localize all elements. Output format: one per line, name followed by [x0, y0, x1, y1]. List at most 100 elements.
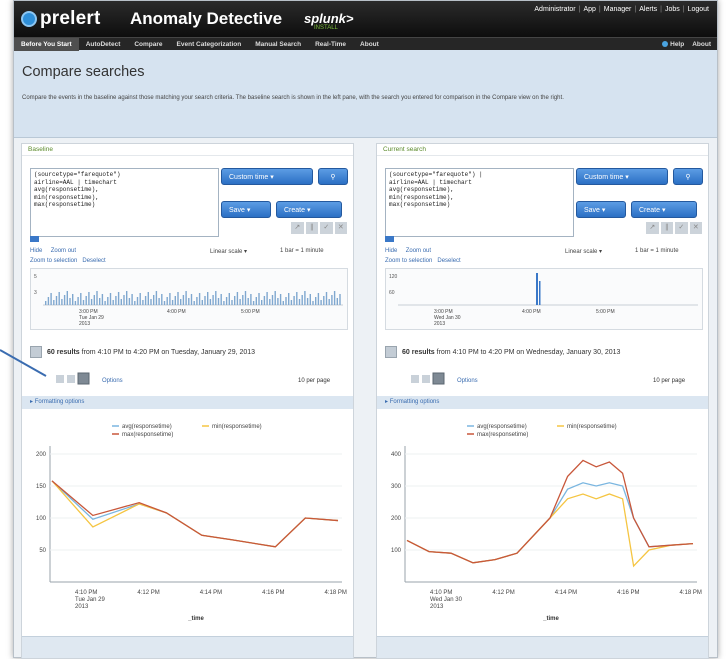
timeline-bar[interactable]: [177, 292, 179, 305]
scale-select[interactable]: Linear scale ▾: [565, 248, 602, 255]
timeline-bar[interactable]: [266, 292, 268, 305]
timeline-bar[interactable]: [163, 301, 166, 305]
link-administrator[interactable]: Administrator: [534, 6, 575, 13]
timeline-bar[interactable]: [228, 293, 230, 305]
hide-link[interactable]: Hide: [385, 248, 397, 254]
timeline-bar[interactable]: [234, 296, 236, 305]
timeline-bar[interactable]: [293, 296, 295, 305]
timeline-bar[interactable]: [269, 299, 271, 305]
time-range-button[interactable]: Custom time ▾: [221, 168, 313, 185]
timeline-bar[interactable]: [231, 300, 233, 305]
timeline-bar[interactable]: [242, 295, 244, 305]
timeline-bar[interactable]: [212, 295, 214, 305]
timeline-bar[interactable]: [193, 301, 195, 305]
timeline-bar[interactable]: [185, 291, 187, 305]
timeline-bar[interactable]: [239, 299, 241, 305]
timeline-bar[interactable]: [339, 294, 341, 305]
formatting-options-bar[interactable]: ▸ Formatting options: [22, 396, 353, 409]
series-line[interactable]: [406, 459, 694, 564]
search-input[interactable]: (sourcetype="farequote") | airline=AAL |…: [385, 168, 574, 237]
list-view-icon[interactable]: [411, 375, 419, 383]
save-button[interactable]: Save ▾: [221, 201, 271, 218]
timeline-bar[interactable]: [171, 300, 174, 305]
timeline-bar[interactable]: [255, 297, 257, 305]
chart-view-icon[interactable]: [77, 372, 90, 385]
timeline-bar[interactable]: [536, 273, 538, 305]
nav-compare[interactable]: Compare: [127, 38, 169, 51]
timeline-bar[interactable]: [109, 293, 112, 305]
timeline-bar[interactable]: [312, 301, 314, 305]
timeline-bar[interactable]: [336, 298, 338, 305]
timeline-bar[interactable]: [45, 301, 47, 305]
timeline-bar[interactable]: [298, 299, 301, 305]
table-view-icon[interactable]: [67, 375, 75, 383]
timeline-bar[interactable]: [61, 299, 63, 305]
finalize-icon[interactable]: ✓: [674, 221, 689, 235]
zoom-selection-link[interactable]: Zoom to selection: [385, 258, 432, 264]
search-button[interactable]: ⚲: [673, 168, 703, 185]
timeline-bar[interactable]: [209, 299, 212, 305]
timeline-bar[interactable]: [72, 294, 74, 305]
timeline-bar[interactable]: [107, 297, 109, 305]
nav-manual-search[interactable]: Manual Search: [248, 38, 308, 51]
series-line[interactable]: [51, 480, 339, 548]
timeline-bar[interactable]: [182, 295, 185, 305]
timeline-bar[interactable]: [131, 294, 133, 305]
timeline-bar[interactable]: [142, 300, 144, 305]
pause-icon[interactable]: ∥: [304, 221, 319, 235]
nav-autodetect[interactable]: AutoDetect: [79, 38, 128, 51]
series-line[interactable]: [51, 480, 339, 548]
timeline-chart[interactable]: 120 60 3:00 PM Wed Jan 30 2013 4:00 PM 5:00 PM: [385, 268, 703, 330]
search-input[interactable]: (sourcetype="farequote") airline=AAL | t…: [30, 168, 219, 237]
formatting-options-bar[interactable]: ▸ Formatting options: [377, 396, 708, 409]
series-line[interactable]: [406, 482, 694, 564]
timeline-bar[interactable]: [290, 300, 293, 305]
timeline-bar[interactable]: [115, 296, 117, 305]
timeline-bar[interactable]: [207, 292, 209, 305]
zoom-out-link[interactable]: Zoom out: [51, 248, 76, 254]
timeline-bar[interactable]: [180, 299, 182, 305]
deselect-link[interactable]: Deselect: [82, 258, 105, 264]
legend-item[interactable]: min(responsetime): [202, 424, 262, 430]
timeline-bar[interactable]: [117, 292, 120, 305]
timeline-bar[interactable]: [169, 293, 171, 305]
timeline-bar[interactable]: [174, 296, 176, 305]
timeline-bar[interactable]: [215, 291, 217, 305]
legend-item[interactable]: avg(responsetime): [467, 424, 527, 430]
timeline-bar[interactable]: [120, 299, 122, 305]
timeline-bar[interactable]: [325, 292, 328, 305]
legend-item[interactable]: avg(responsetime): [112, 424, 172, 430]
hide-link[interactable]: Hide: [30, 248, 42, 254]
timeline-bar[interactable]: [112, 300, 114, 305]
timeline-bar[interactable]: [155, 291, 158, 305]
timeline-bar[interactable]: [55, 296, 58, 305]
timeline-bar[interactable]: [304, 291, 306, 305]
timeline-bar[interactable]: [69, 298, 71, 305]
timeline-bar[interactable]: [90, 299, 93, 305]
timeline-bar[interactable]: [296, 292, 298, 305]
timeline-bar[interactable]: [263, 296, 266, 305]
create-button[interactable]: Create ▾: [276, 201, 342, 218]
timeline-bar[interactable]: [317, 293, 320, 305]
timeline-bar[interactable]: [306, 298, 309, 305]
options-link[interactable]: Options: [102, 378, 123, 384]
timeline-bar[interactable]: [301, 295, 303, 305]
pause-icon[interactable]: ∥: [659, 221, 674, 235]
search-button[interactable]: ⚲: [318, 168, 348, 185]
timeline-bar[interactable]: [271, 295, 274, 305]
timeline-bar[interactable]: [250, 294, 252, 305]
timeline-bar[interactable]: [274, 291, 276, 305]
per-page-select[interactable]: 10 per page: [298, 378, 331, 384]
legend-item[interactable]: max(responsetime): [112, 432, 173, 438]
timeline-bar[interactable]: [220, 294, 222, 305]
save-button[interactable]: Save ▾: [576, 201, 626, 218]
legend-item[interactable]: max(responsetime): [467, 432, 528, 438]
timeline-bar[interactable]: [50, 293, 52, 305]
timeline-bar[interactable]: [539, 281, 541, 305]
legend-item[interactable]: min(responsetime): [557, 424, 617, 430]
timeline-bar[interactable]: [225, 297, 228, 305]
timeline-bar[interactable]: [153, 295, 155, 305]
timeline-bar[interactable]: [247, 298, 249, 305]
timeline-bar[interactable]: [261, 300, 263, 305]
timeline-chart[interactable]: 5 3 3:00 PM Tue Jan 29 2013 4:00 PM 5:00 PM: [30, 268, 348, 330]
